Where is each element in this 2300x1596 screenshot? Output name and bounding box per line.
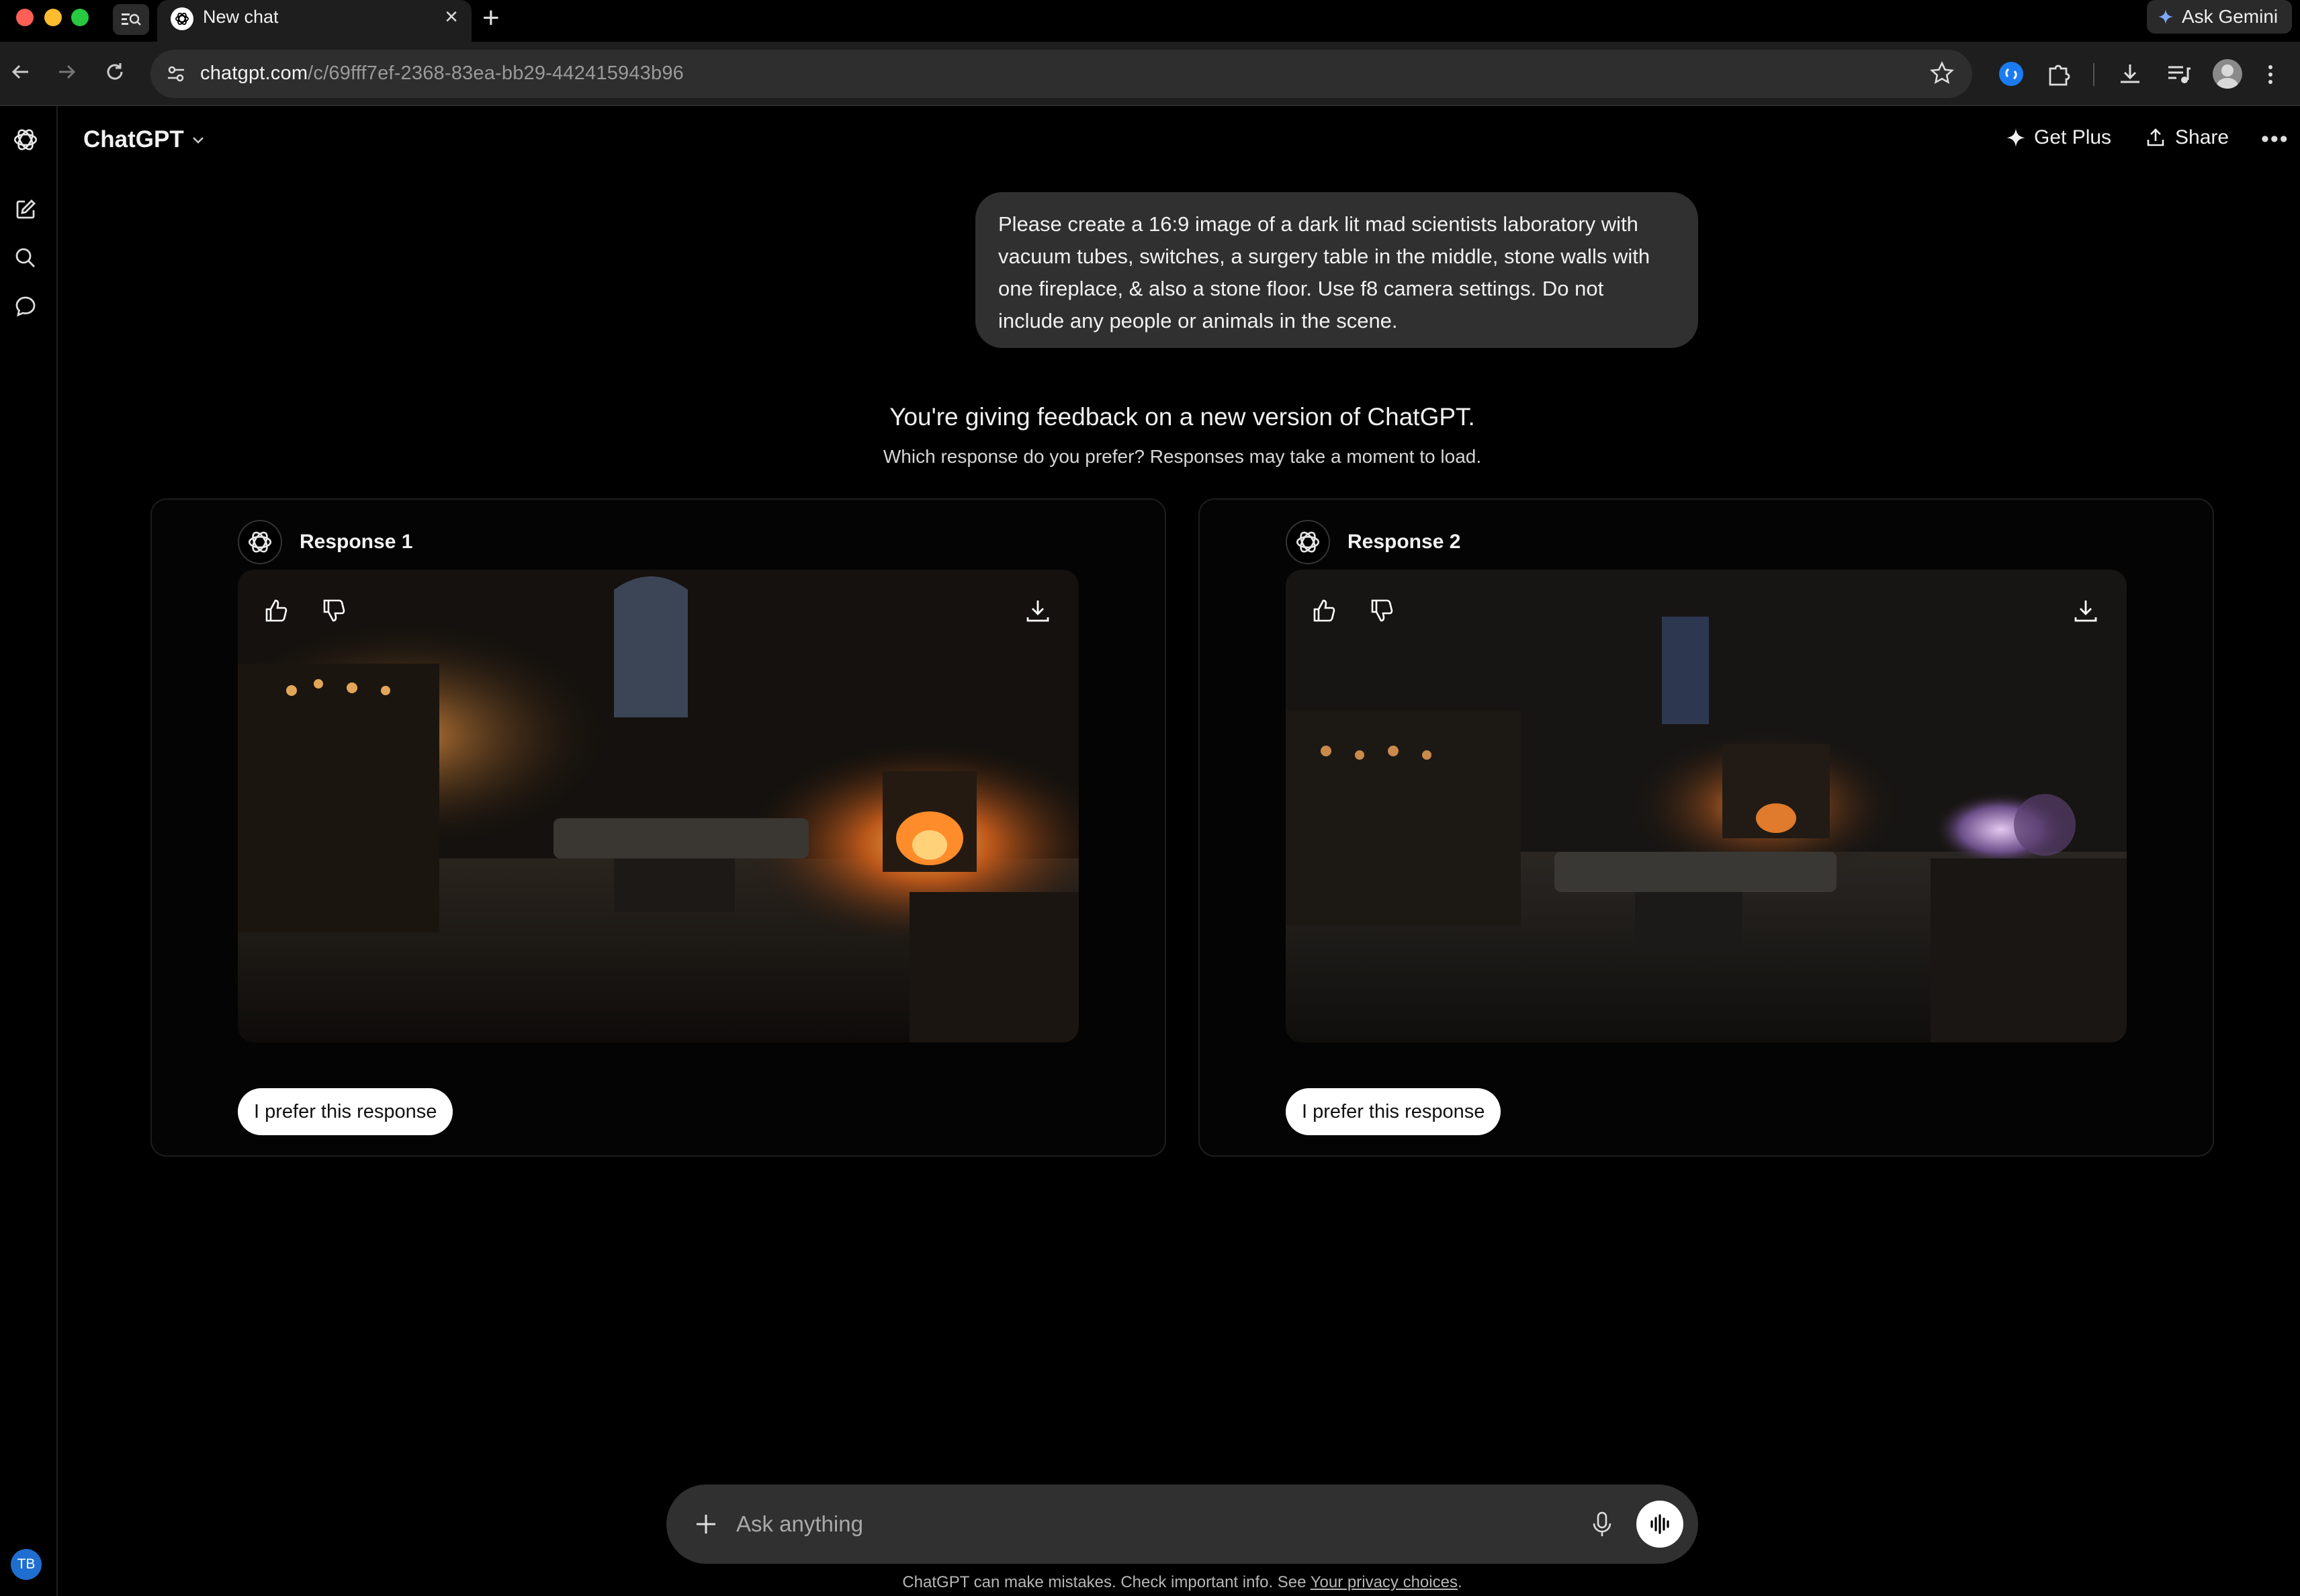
chevron-down-icon: [192, 137, 204, 144]
response-card-1: Response 1 I prefer this response: [150, 498, 1166, 1157]
tab-title: New chat: [203, 7, 279, 27]
sidebar: TB: [0, 106, 58, 1596]
share-icon: [2147, 128, 2164, 146]
more-options-icon[interactable]: •••: [2261, 126, 2289, 152]
share-label: Share: [2175, 126, 2229, 148]
response-header: Response 1: [238, 520, 412, 564]
sparkle-icon: [2006, 128, 2025, 147]
chat-bubble-icon[interactable]: [11, 292, 40, 321]
close-window-button[interactable]: [16, 9, 34, 26]
back-icon[interactable]: [9, 60, 32, 83]
new-chat-icon[interactable]: [11, 195, 40, 224]
feedback-subtitle: Which response do you prefer? Responses …: [883, 446, 1482, 467]
composer: [666, 1484, 1698, 1564]
browser-menu-icon[interactable]: [2264, 62, 2277, 87]
disclaimer-text: ChatGPT can make mistakes. Check importa…: [902, 1573, 1311, 1591]
chatgpt-avatar-icon: [1286, 520, 1330, 564]
response-label: Response 2: [1347, 531, 1461, 553]
response-header: Response 2: [1286, 520, 1460, 564]
response-label: Response 1: [300, 531, 413, 553]
disclaimer-suffix: .: [1457, 1573, 1462, 1591]
shazam-extension-icon[interactable]: [1998, 60, 2025, 87]
extensions-puzzle-icon[interactable]: [2046, 62, 2072, 87]
prefer-response-2-button[interactable]: I prefer this response: [1286, 1088, 1501, 1135]
user-message-bubble: Please create a 16:9 image of a dark lit…: [975, 192, 1698, 348]
bookmark-star-icon[interactable]: [1929, 60, 1955, 86]
address-bar[interactable]: chatgpt.com/c/69fff7ef-2368-83ea-bb29-44…: [150, 50, 1972, 98]
disclaimer: ChatGPT can make mistakes. Check importa…: [0, 1573, 2300, 1592]
reload-icon[interactable]: [103, 60, 126, 83]
share-button[interactable]: Share: [2146, 126, 2229, 149]
get-plus-button[interactable]: Get Plus: [2006, 126, 2111, 149]
privacy-choices-link[interactable]: Your privacy choices: [1311, 1573, 1458, 1591]
toolbar-divider: [2093, 63, 2094, 86]
search-icon[interactable]: [11, 243, 40, 273]
voice-mode-button[interactable]: [1636, 1501, 1683, 1548]
tab-search-icon: [122, 13, 141, 26]
generated-image[interactable]: [1286, 570, 2127, 1043]
media-controls-icon[interactable]: [2166, 62, 2191, 87]
prefer-response-1-button[interactable]: I prefer this response: [238, 1088, 453, 1135]
model-label: ChatGPT: [83, 126, 184, 152]
model-selector[interactable]: ChatGPT: [83, 126, 206, 153]
site-info-icon[interactable]: [160, 58, 192, 90]
response-card-2: Response 2 I prefer this response: [1198, 498, 2214, 1157]
browser-tab-bar: New chat × + Ask Gemini: [0, 0, 2300, 42]
add-attachment-icon[interactable]: [689, 1507, 723, 1541]
chat-header: ChatGPT Get Plus Share •••: [58, 106, 2300, 179]
gemini-sparkle-icon: [2158, 9, 2173, 24]
new-tab-icon[interactable]: +: [482, 1, 500, 35]
thumbs-down-icon[interactable]: [317, 594, 351, 627]
generated-image[interactable]: [238, 570, 1079, 1043]
voice-waveform-icon: [1650, 1514, 1669, 1534]
ask-gemini-button[interactable]: Ask Gemini: [2147, 0, 2292, 34]
openai-logo-icon[interactable]: [11, 125, 40, 154]
close-tab-icon[interactable]: ×: [445, 4, 458, 30]
minimize-window-button[interactable]: [44, 9, 62, 26]
microphone-icon[interactable]: [1587, 1509, 1618, 1540]
profile-avatar[interactable]: [2213, 59, 2242, 89]
url-text: chatgpt.com/c/69fff7ef-2368-83ea-bb29-44…: [200, 62, 684, 85]
downloads-icon[interactable]: [2117, 62, 2143, 87]
thumbs-up-icon[interactable]: [259, 594, 293, 627]
feedback-title: You're giving feedback on a new version …: [889, 403, 1475, 431]
chatgpt-favicon-icon: [171, 7, 193, 30]
download-icon[interactable]: [1021, 594, 1055, 627]
get-plus-label: Get Plus: [2034, 126, 2112, 148]
url-host: chatgpt.com: [200, 62, 308, 84]
ask-gemini-label: Ask Gemini: [2182, 6, 2279, 27]
tab-search-button[interactable]: [113, 4, 149, 35]
forward-icon[interactable]: [55, 60, 78, 83]
prompt-input[interactable]: [736, 1507, 1542, 1541]
thumbs-up-icon[interactable]: [1307, 594, 1341, 627]
url-path: /c/69fff7ef-2368-83ea-bb29-442415943b96: [308, 62, 684, 84]
chatgpt-avatar-icon: [238, 520, 282, 564]
thumbs-down-icon[interactable]: [1365, 594, 1399, 627]
download-icon[interactable]: [2069, 594, 2103, 627]
maximize-window-button[interactable]: [71, 9, 89, 26]
browser-toolbar: chatgpt.com/c/69fff7ef-2368-83ea-bb29-44…: [0, 42, 2300, 106]
browser-tab-active[interactable]: New chat ×: [157, 0, 472, 42]
